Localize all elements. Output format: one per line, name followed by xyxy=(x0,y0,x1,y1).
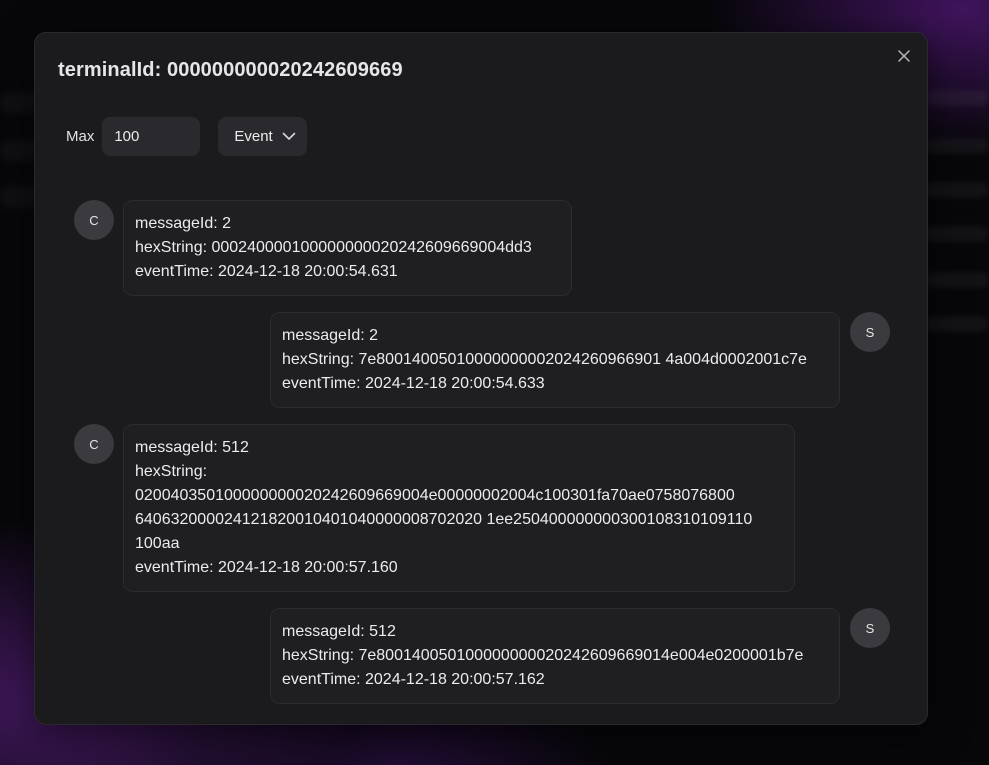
message-event-time: eventTime: 2024-12-18 20:00:54.631 xyxy=(135,263,398,280)
close-icon[interactable] xyxy=(898,50,910,62)
event-select[interactable]: Event xyxy=(218,117,308,156)
close-button[interactable] xyxy=(892,44,916,68)
background-blur xyxy=(925,226,989,242)
message-id: messageId: 512 xyxy=(282,623,396,640)
event-select-label: Event xyxy=(234,128,273,145)
message-event-time: eventTime: 2024-12-18 20:00:57.160 xyxy=(135,559,398,576)
dialog-title: terminalId: 000000000020242609669 xyxy=(58,59,403,81)
message-hex-line: 020040350100000000020242609669004e000000… xyxy=(135,487,735,504)
message-hex-line: 100aa xyxy=(135,535,180,552)
message-bubble: messageId: 2 hexString: 7e80014005010000… xyxy=(270,312,840,408)
message-dialog: terminalId: 000000000020242609669 Max Ev… xyxy=(34,32,928,725)
max-input[interactable] xyxy=(102,117,201,156)
background-blur xyxy=(925,138,989,154)
background-blur xyxy=(925,272,989,288)
message-bubble: messageId: 512 hexString: 02004035010000… xyxy=(123,424,795,592)
background-blur xyxy=(925,90,989,106)
message-event-time: eventTime: 2024-12-18 20:00:54.633 xyxy=(282,375,545,392)
message-hex: hexString: 00024000010000000002024260966… xyxy=(135,239,532,256)
chevron-down-icon xyxy=(282,132,296,141)
message-id: messageId: 2 xyxy=(135,215,232,232)
message-bubble: messageId: 512 hexString: 7e800140050100… xyxy=(270,608,840,704)
message-id: messageId: 512 xyxy=(135,439,249,456)
background-blur xyxy=(925,182,989,198)
avatar-client: C xyxy=(74,424,114,464)
message-hex: hexString: 7e800140050100000000020242609… xyxy=(282,647,804,664)
avatar-server: S xyxy=(850,608,890,648)
filter-controls: Max Event xyxy=(66,117,308,156)
avatar-server: S xyxy=(850,312,890,352)
message-hex-line: 640632000024121820010401040000008702020 … xyxy=(135,511,753,528)
message-id: messageId: 2 xyxy=(282,327,379,344)
message-bubble: messageId: 2 hexString: 0002400001000000… xyxy=(123,200,572,296)
message-event-time: eventTime: 2024-12-18 20:00:57.162 xyxy=(282,671,545,688)
message-hex-label: hexString: xyxy=(135,463,208,480)
max-label: Max xyxy=(66,128,95,145)
message-hex: hexString: 7e800140050100000000020242609… xyxy=(282,351,807,368)
background-blur xyxy=(925,316,989,332)
avatar-client: C xyxy=(74,200,114,240)
